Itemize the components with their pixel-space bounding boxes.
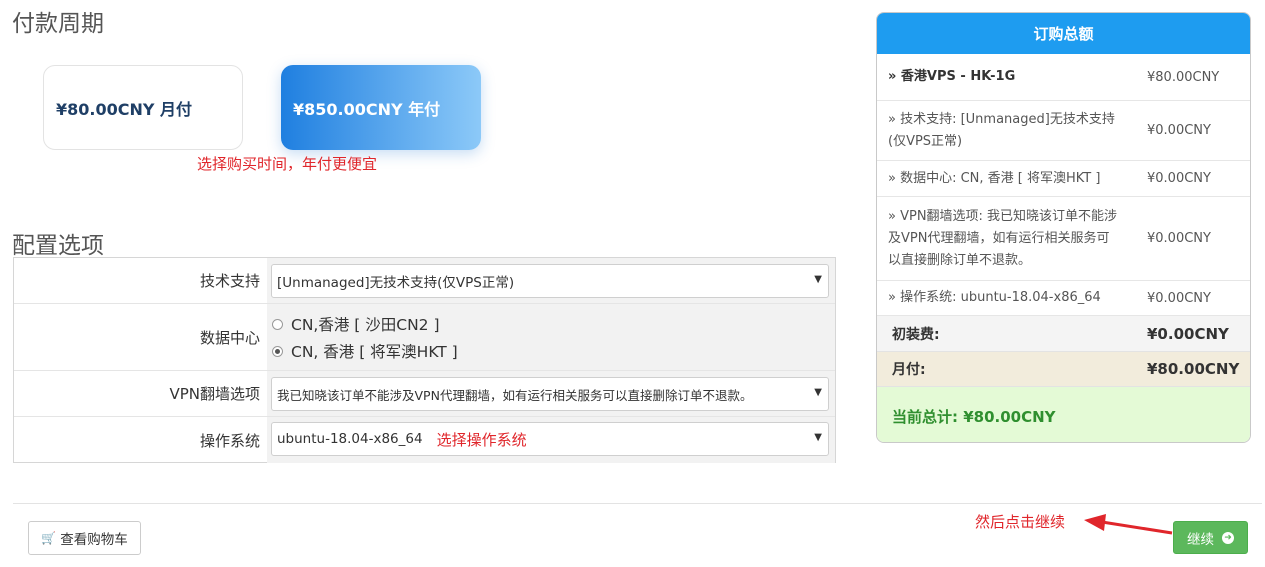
summary-item-price: ¥0.00CNY — [1147, 123, 1211, 138]
summary-monthly-row: 月付: ¥80.00CNY — [877, 352, 1250, 387]
support-field: [Unmanaged]无技术支持(仅VPS正常) ▼ — [267, 258, 835, 303]
summary-row: » 香港VPS - HK-1G ¥80.00CNY — [877, 54, 1250, 101]
annotation-arrow-head — [1084, 514, 1106, 531]
billing-cycle-title: 付款周期 — [12, 11, 104, 37]
summary-item-desc: » 操作系统: ubuntu-18.04-x86_64 — [888, 290, 1101, 305]
os-select[interactable]: ubuntu-18.04-x86_64 选择操作系统 ▼ — [271, 422, 829, 456]
monthly-label: 月付: — [892, 362, 926, 378]
annotation-arrow-line — [1101, 520, 1173, 535]
order-summary-panel: 订购总额 » 香港VPS - HK-1G ¥80.00CNY » 技术支持: [… — [876, 12, 1251, 443]
vpn-select[interactable]: 我已知晓该订单不能涉及VPN代理翻墙，如有运行相关服务可以直接删除订单不退款。 … — [271, 377, 829, 411]
datacenter-option-shatin[interactable]: CN,香港 [ 沙田CN2 ] — [272, 313, 440, 335]
vpn-label: VPN翻墙选项 — [169, 385, 260, 403]
os-select-value: ubuntu-18.04-x86_64 — [277, 431, 423, 447]
radio-button-checked[interactable] — [272, 345, 283, 357]
datacenter-label: 数据中心 — [199, 328, 260, 347]
summary-grand-total: 当前总计: ¥80.00CNY — [877, 387, 1250, 442]
arrow-circle-right-icon: ➜ — [1222, 531, 1234, 544]
setup-fee-value: ¥0.00CNY — [1147, 324, 1229, 343]
summary-row: » 操作系统: ubuntu-18.04-x86_64 ¥0.00CNY — [877, 281, 1250, 316]
summary-item-desc: » VPN翻墙选项: 我已知晓该订单不能涉及VPN代理翻墙，如有运行相关服务可以… — [888, 208, 1118, 268]
caret-down-icon: ▼ — [814, 432, 822, 443]
shopping-cart-icon: 🛒 — [41, 531, 57, 545]
summary-item-desc: » 技术支持: [Unmanaged]无技术支持(仅VPS正常) — [888, 111, 1115, 149]
summary-item-price: ¥0.00CNY — [1147, 171, 1211, 186]
order-summary-header: 订购总额 — [877, 13, 1250, 54]
billing-monthly-option[interactable]: ¥80.00CNY 月付 — [43, 65, 243, 150]
config-row-datacenter: 数据中心 CN,香港 [ 沙田CN2 ] CN, 香港 [ 将军澳HKT ] — [14, 304, 835, 371]
summary-item-price: ¥0.00CNY — [1147, 231, 1211, 246]
caret-down-icon: ▼ — [814, 274, 822, 285]
os-label: 操作系统 — [199, 431, 260, 450]
summary-item-price: ¥0.00CNY — [1147, 290, 1211, 306]
config-row-os: 操作系统 ubuntu-18.04-x86_64 选择操作系统 ▼ — [14, 417, 835, 463]
view-cart-label: 查看购物车 — [60, 532, 128, 548]
footer-divider — [13, 503, 1262, 504]
continue-annotation: 然后点击继续 — [975, 513, 1066, 531]
summary-row: » 数据中心: CN, 香港 [ 将军澳HKT ] ¥0.00CNY — [877, 161, 1250, 197]
datacenter-field: CN,香港 [ 沙田CN2 ] CN, 香港 [ 将军澳HKT ] — [267, 304, 835, 370]
summary-row: » VPN翻墙选项: 我已知晓该订单不能涉及VPN代理翻墙，如有运行相关服务可以… — [877, 197, 1250, 281]
support-select-value: [Unmanaged]无技术支持(仅VPS正常) — [277, 275, 515, 291]
datacenter-option-tkohkt[interactable]: CN, 香港 [ 将军澳HKT ] — [272, 340, 458, 362]
os-annotation: 选择操作系统 — [436, 430, 527, 449]
billing-annotation: 选择购买时间，年付更便宜 — [197, 155, 378, 173]
view-cart-button[interactable]: 🛒 查看购物车 — [28, 521, 141, 555]
datacenter-option-label: CN, 香港 [ 将军澳HKT ] — [291, 343, 458, 361]
summary-item-price: ¥80.00CNY — [1147, 69, 1220, 85]
config-row-support: 技术支持 [Unmanaged]无技术支持(仅VPS正常) ▼ — [14, 258, 835, 304]
billing-annual-option[interactable]: ¥850.00CNY 年付 — [281, 65, 481, 150]
summary-item-desc: » 数据中心: CN, 香港 [ 将军澳HKT ] — [888, 170, 1101, 186]
summary-row: » 技术支持: [Unmanaged]无技术支持(仅VPS正常) ¥0.00CN… — [877, 101, 1250, 161]
datacenter-option-label: CN,香港 [ 沙田CN2 ] — [291, 316, 440, 334]
config-options-table: 技术支持 [Unmanaged]无技术支持(仅VPS正常) ▼ 数据中心 CN,… — [13, 257, 836, 463]
billing-annual-label: ¥850.00CNY 年付 — [293, 99, 441, 119]
billing-monthly-label: ¥80.00CNY 月付 — [56, 99, 193, 119]
os-field: ubuntu-18.04-x86_64 选择操作系统 ▼ — [267, 417, 835, 463]
config-row-vpn: VPN翻墙选项 我已知晓该订单不能涉及VPN代理翻墙，如有运行相关服务可以直接删… — [14, 371, 835, 417]
radio-button[interactable] — [272, 318, 283, 330]
caret-down-icon: ▼ — [814, 387, 822, 398]
annotation-arrow-icon — [1084, 514, 1173, 535]
continue-label: 继续 — [1187, 531, 1214, 548]
summary-item-desc: » 香港VPS - HK-1G — [888, 69, 1016, 84]
monthly-value: ¥80.00CNY — [1147, 360, 1240, 378]
vpn-field: 我已知晓该订单不能涉及VPN代理翻墙，如有运行相关服务可以直接删除订单不退款。 … — [267, 371, 835, 416]
support-select[interactable]: [Unmanaged]无技术支持(仅VPS正常) ▼ — [271, 264, 829, 298]
continue-button[interactable]: 继续 ➜ — [1173, 521, 1248, 554]
config-options-title: 配置选项 — [12, 233, 104, 259]
vpn-select-value: 我已知晓该订单不能涉及VPN代理翻墙，如有运行相关服务可以直接删除订单不退款。 — [277, 387, 753, 403]
support-label: 技术支持 — [199, 272, 260, 290]
setup-fee-label: 初装费: — [892, 326, 940, 343]
summary-setup-fee-row: 初装费: ¥0.00CNY — [877, 316, 1250, 352]
